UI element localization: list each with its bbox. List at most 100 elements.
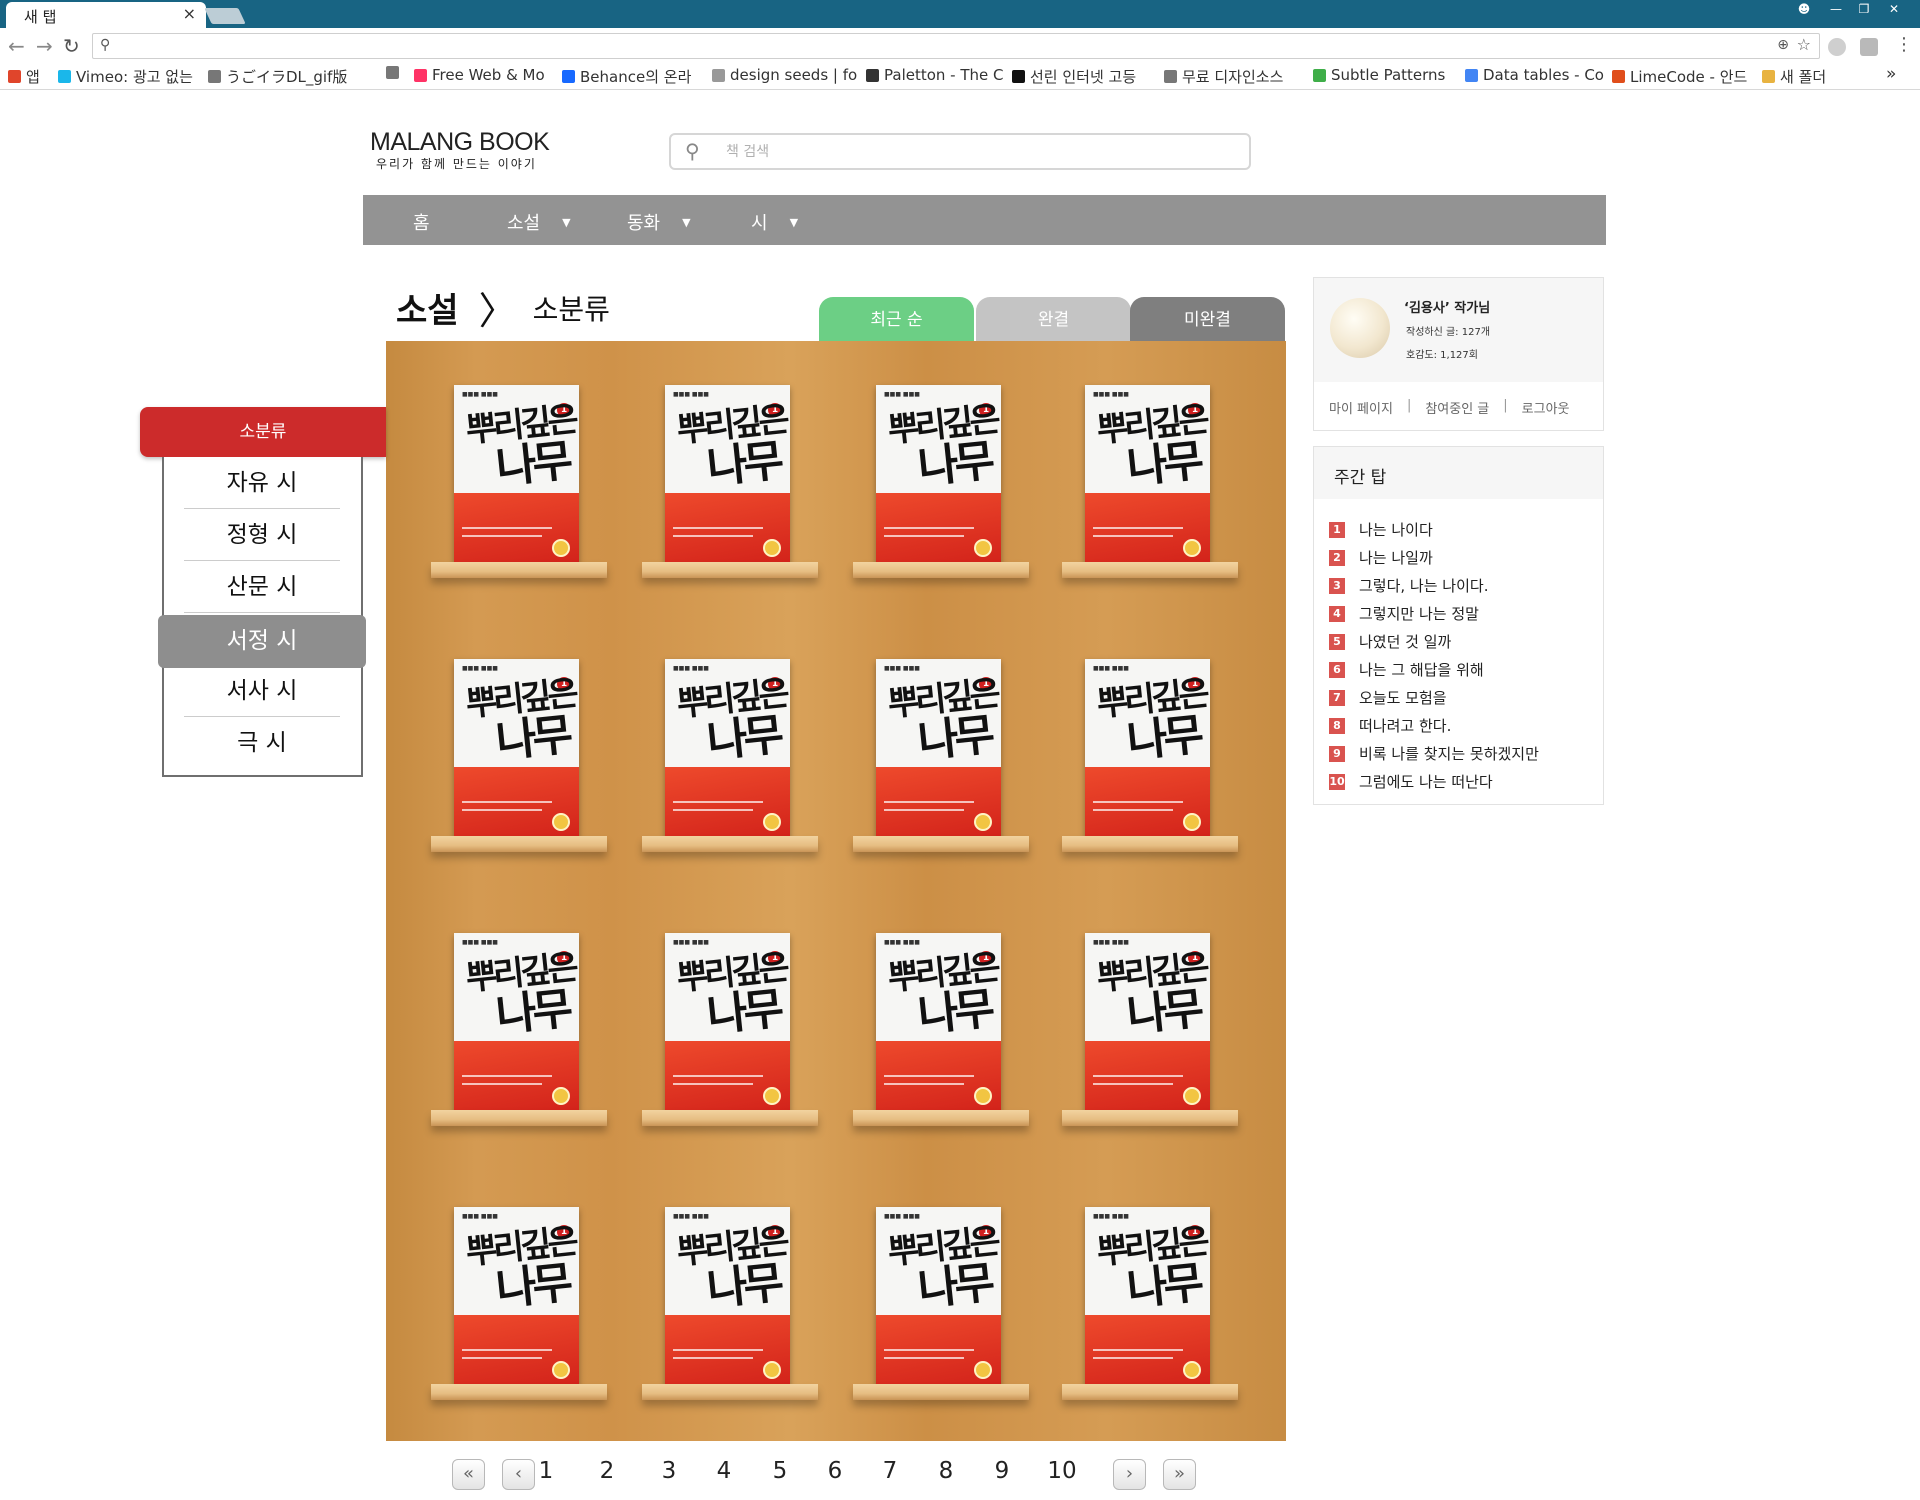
tab-recent[interactable]: 최근 순 <box>819 297 974 343</box>
bookmark-label: design seeds | fo <box>730 66 858 84</box>
subcategory-active-lyric-poem[interactable]: 서정 시 <box>158 615 366 668</box>
pagination-page-5[interactable]: 5 <box>763 1458 797 1484</box>
logout-link[interactable]: 로그아웃 <box>1522 398 1570 417</box>
book-search-box[interactable]: ⚲ <box>669 133 1251 170</box>
pagination-next-button[interactable]: › <box>1113 1459 1146 1490</box>
book-cover[interactable]: ■■■ ■■■ 1 뿌리깊은 나무 <box>665 659 790 839</box>
subcategory-free-verse[interactable]: 자유 시 <box>184 457 340 509</box>
bookmark-label: うごイラDL_gif版 <box>226 68 348 86</box>
pagination-page-6[interactable]: 6 <box>818 1458 852 1484</box>
bookmark-star-icon[interactable]: ☆ <box>1797 35 1811 54</box>
my-page-link[interactable]: 마이 페이지 <box>1329 398 1393 417</box>
pagination-last-button[interactable]: » <box>1163 1459 1196 1490</box>
bookmark-item[interactable]: Paletton - The C <box>866 66 1004 84</box>
weekly-top-item[interactable]: 3 그렇다, 나는 나이다. <box>1329 575 1488 596</box>
book-cover[interactable]: ■■■ ■■■ 1 뿌리깊은 나무 <box>665 385 790 565</box>
bookmark-item[interactable]: Free Web & Mo <box>414 66 545 84</box>
pagination-page-10[interactable]: 10 <box>1045 1458 1079 1484</box>
book-cover[interactable]: ■■■ ■■■ 1 뿌리깊은 나무 <box>1085 659 1210 839</box>
book-cover[interactable]: ■■■ ■■■ 1 뿌리깊은 나무 <box>1085 933 1210 1113</box>
nav-item-poem[interactable]: 시 ▼ <box>751 209 798 235</box>
bookmark-item[interactable]: Subtle Patterns <box>1313 66 1445 84</box>
book-cover[interactable]: ■■■ ■■■ 1 뿌리깊은 나무 <box>876 1207 1001 1387</box>
book-cover[interactable]: ■■■ ■■■ 1 뿌리깊은 나무 <box>1085 385 1210 565</box>
invision-icon <box>414 68 427 82</box>
bookmark-item[interactable]: Vimeo: 광고 없는 <box>58 66 193 87</box>
weekly-top-item[interactable]: 4 그렇지만 나는 정말 <box>1329 603 1479 624</box>
pagination-page-3[interactable]: 3 <box>652 1458 686 1484</box>
subcategory-epic-poem[interactable]: 서사 시 <box>184 665 340 717</box>
book-cover[interactable]: ■■■ ■■■ 1 뿌리깊은 나무 <box>665 933 790 1113</box>
bookmark-item[interactable]: design seeds | fo <box>712 66 857 84</box>
shelf-plank <box>853 1384 1029 1400</box>
nav-item-novel[interactable]: 소설 ▼ <box>507 209 571 235</box>
subcategory-dramatic-poem[interactable]: 극 시 <box>184 717 340 769</box>
zoom-icon[interactable]: ⊕ <box>1777 37 1789 53</box>
bookmark-item[interactable]: 앱 <box>8 66 40 87</box>
book-cover[interactable]: ■■■ ■■■ 1 뿌리깊은 나무 <box>454 385 579 565</box>
rank-badge: 5 <box>1329 633 1345 650</box>
award-seal-icon <box>552 1361 570 1379</box>
avatar <box>1330 298 1390 358</box>
weekly-top-item[interactable]: 9 비록 나를 찾지는 못하겠지만 <box>1329 743 1539 764</box>
forward-icon[interactable]: → <box>36 34 53 58</box>
bookmark-item[interactable]: LimeCode - 안드 <box>1612 66 1747 87</box>
bookmark-item[interactable] <box>386 66 404 79</box>
book-cover[interactable]: ■■■ ■■■ 1 뿌리깊은 나무 <box>665 1207 790 1387</box>
book-cover[interactable]: ■■■ ■■■ 1 뿌리깊은 나무 <box>454 933 579 1113</box>
nav-item-home[interactable]: 홈 <box>413 209 430 235</box>
weekly-top-item[interactable]: 8 떠나려고 한다. <box>1329 715 1451 736</box>
breadcrumb-category[interactable]: 소설 <box>396 283 459 332</box>
subcategory-prose-poem[interactable]: 산문 시 <box>184 561 340 613</box>
nav-item-fairytale[interactable]: 동화 ▼ <box>627 209 691 235</box>
book-cover[interactable]: ■■■ ■■■ 1 뿌리깊은 나무 <box>876 933 1001 1113</box>
book-cover[interactable]: ■■■ ■■■ 1 뿌리깊은 나무 <box>876 659 1001 839</box>
book-cover[interactable]: ■■■ ■■■ 1 뿌리깊은 나무 <box>1085 1207 1210 1387</box>
bookmarks-more-icon[interactable]: » <box>1886 64 1896 84</box>
browser-tab[interactable]: 새 탭 × <box>6 2 206 28</box>
book-cover[interactable]: ■■■ ■■■ 1 뿌리깊은 나무 <box>876 385 1001 565</box>
book-cover[interactable]: ■■■ ■■■ 1 뿌리깊은 나무 <box>454 1207 579 1387</box>
close-window-icon[interactable]: ✕ <box>1880 2 1908 18</box>
minimize-icon[interactable]: — <box>1822 2 1850 18</box>
reload-icon[interactable]: ↻ <box>63 34 80 58</box>
bookmark-item[interactable]: 새 폴더 <box>1762 66 1826 87</box>
tab-close-icon[interactable]: × <box>183 4 196 23</box>
bookmark-item[interactable]: Data tables - Co <box>1465 66 1604 84</box>
bookmark-item[interactable]: Behance의 온라 <box>562 66 691 87</box>
pagination-page-9[interactable]: 9 <box>985 1458 1019 1484</box>
bookmark-item[interactable]: 선린 인터넷 고등 <box>1012 66 1136 87</box>
menu-kebab-icon[interactable]: ⋮ <box>1895 34 1913 55</box>
weekly-top-item[interactable]: 7 오늘도 모험을 <box>1329 687 1447 708</box>
weekly-top-item[interactable]: 1 나는 나이다 <box>1329 519 1433 540</box>
pagination-first-button[interactable]: « <box>452 1459 485 1490</box>
back-icon[interactable]: ← <box>8 34 25 58</box>
search-icon: ⚲ <box>100 37 111 53</box>
bookmark-item[interactable]: 무료 디자인소스 <box>1164 66 1283 87</box>
address-bar[interactable]: ⚲ ⊕ ☆ <box>92 33 1820 59</box>
pagination-page-1[interactable]: 1 <box>529 1458 563 1484</box>
site-logo[interactable]: MALANG BOOK 우리가 함께 만드는 이야기 <box>370 128 550 172</box>
extension-t-icon[interactable] <box>1860 38 1878 56</box>
extension-icon[interactable] <box>1828 38 1846 56</box>
participating-posts-link[interactable]: 참여중인 글 <box>1425 398 1489 417</box>
new-tab-button[interactable] <box>204 8 246 24</box>
pagination-page-8[interactable]: 8 <box>929 1458 963 1484</box>
weekly-top-item[interactable]: 6 나는 그 해답을 위해 <box>1329 659 1484 680</box>
user-favor-count: 호감도: 1,127회 <box>1406 350 1478 361</box>
subcategory-fixed-verse[interactable]: 정형 시 <box>184 509 340 561</box>
user-icon[interactable]: ☻ <box>1790 2 1818 18</box>
tab-ongoing[interactable]: 미완결 <box>1130 297 1285 343</box>
pagination-page-7[interactable]: 7 <box>873 1458 907 1484</box>
restore-icon[interactable]: ❐ <box>1850 2 1878 18</box>
book-search-input[interactable] <box>726 142 1226 162</box>
weekly-top-item[interactable]: 5 나였던 것 일까 <box>1329 631 1451 652</box>
book-cover[interactable]: ■■■ ■■■ 1 뿌리깊은 나무 <box>454 659 579 839</box>
weekly-top-item[interactable]: 2 나는 나일까 <box>1329 547 1433 568</box>
tab-completed[interactable]: 완결 <box>976 297 1131 343</box>
bookmark-item[interactable]: うごイラDL_gif版 <box>208 66 347 87</box>
pagination-page-2[interactable]: 2 <box>590 1458 624 1484</box>
pagination-page-4[interactable]: 4 <box>707 1458 741 1484</box>
weekly-top-item[interactable]: 10 그럼에도 나는 떠난다 <box>1329 771 1493 792</box>
bookmark-label: 새 폴더 <box>1780 68 1827 86</box>
